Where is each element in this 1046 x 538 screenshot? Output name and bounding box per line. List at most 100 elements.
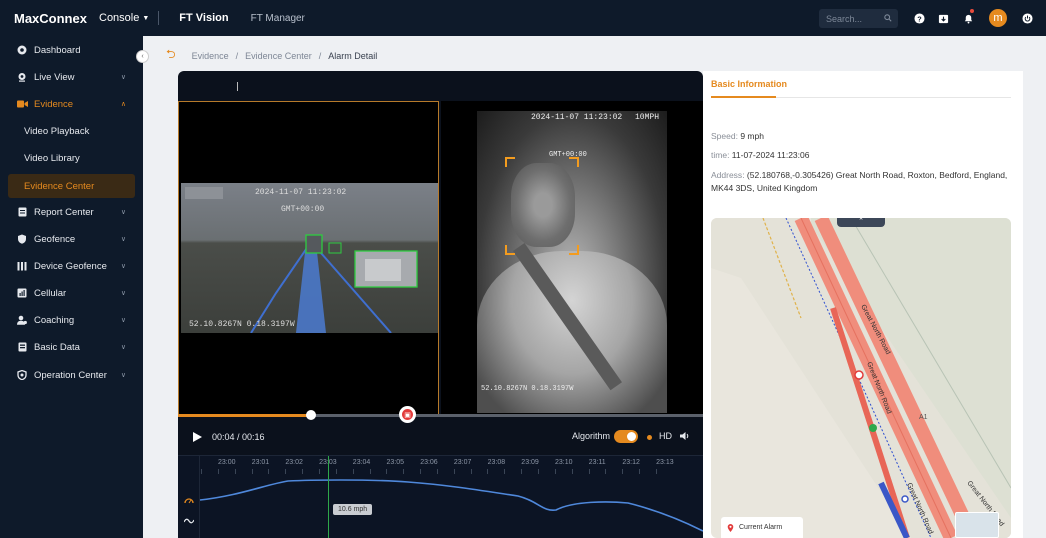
road-cam-timestamp: 2024-11-07 11:23:02 (255, 188, 347, 197)
alarm-icon: ▣ (402, 409, 413, 420)
sidebar-item-dashboard[interactable]: Dashboard (0, 38, 143, 62)
sidebar-item-label: Geofence (34, 233, 76, 245)
algorithm-toggle[interactable] (614, 430, 638, 443)
time-value: 11-07-2024 11:23:06 (731, 150, 810, 160)
sidebar-item-label: Live View (34, 71, 75, 83)
brand-logo[interactable]: MaxConnex (14, 11, 94, 26)
cabin-camera-frame: 2024-11-07 11:23:02 10MPH GMT+00:00 52.1… (477, 111, 667, 413)
tab-underline (711, 96, 776, 98)
chevron-left-icon: ‹ (141, 53, 144, 60)
back-arrow-icon[interactable]: ⮌ (166, 45, 176, 66)
sidebar-item-label: Basic Data (34, 341, 80, 353)
sidebar-item-label: Video Library (24, 152, 80, 164)
chevron-down-icon: ∨ (120, 209, 126, 216)
breadcrumb-separator: / (318, 50, 322, 61)
map-legend: Current Alarm (721, 517, 803, 538)
sidebar-item-coaching[interactable]: Coaching ∨ (0, 308, 143, 332)
console-label: Console (99, 12, 140, 24)
svg-text:?: ? (917, 14, 922, 23)
breadcrumb-evidence[interactable]: Evidence (192, 51, 229, 61)
search-placeholder: Search... (826, 13, 863, 24)
sidebar-item-video-library[interactable]: Video Library (0, 146, 143, 170)
shield-icon (16, 233, 28, 245)
time-key: time (711, 150, 728, 160)
sidebar-item-evidence-center[interactable]: Evidence Center (8, 174, 135, 198)
sidebar-item-operation-center[interactable]: Operation Center ∨ (0, 363, 143, 387)
sidebar-item-video-playback[interactable]: Video Playback (0, 119, 143, 143)
chevron-down-icon: ∨ (120, 263, 126, 270)
sidebar-item-label: Operation Center (34, 369, 107, 381)
progress-handle[interactable] (306, 410, 317, 420)
speed-value: 9 mph (740, 131, 764, 141)
sidebar-item-report-center[interactable]: Report Center ∨ (0, 200, 143, 224)
time-field: time: 11-07-2024 11:23:06 (711, 150, 810, 160)
cabin-camera-pane[interactable]: 2024-11-07 11:23:02 10MPH GMT+00:00 52.1… (441, 101, 703, 415)
video-player[interactable]: 2024-11-07 11:23:02 GMT+00:00 52.10.8267… (178, 71, 703, 538)
road-camera-pane[interactable]: 2024-11-07 11:23:02 GMT+00:00 52.10.8267… (178, 101, 439, 415)
face-detection-box (505, 157, 579, 255)
coaching-icon (16, 314, 28, 326)
sidebar-collapse-button[interactable]: ‹ (136, 50, 149, 63)
volume-icon[interactable] (680, 431, 690, 441)
notification-dot (970, 9, 974, 13)
cabin-cam-coord: 52.10.8267N 0.18.3197W (481, 385, 574, 393)
cabin-cam-gmt: GMT+00:00 (549, 151, 587, 159)
avatar[interactable]: m (989, 9, 1007, 27)
tab-basic-information[interactable]: Basic Information (711, 79, 787, 89)
report-icon (16, 206, 28, 218)
cellular-icon (16, 287, 28, 299)
power-icon[interactable] (1020, 11, 1034, 25)
basic-info-panel: Basic Information Speed: 9 mph time: 11-… (703, 71, 1023, 538)
cabin-cam-speed: 10MPH (634, 113, 659, 122)
location-pin-icon (727, 523, 734, 532)
map-a1-label: A1 (919, 414, 928, 421)
bell-icon[interactable] (961, 11, 975, 25)
download-icon[interactable] (936, 11, 950, 25)
legend-label: Current Alarm (739, 524, 783, 531)
sidebar-item-label: Video Playback (24, 125, 90, 137)
sidebar-item-evidence[interactable]: Evidence ∧ (0, 92, 143, 116)
speed-curve (199, 479, 703, 532)
hd-button[interactable]: HD (659, 431, 672, 441)
chevron-up-icon: ∧ (120, 101, 126, 108)
address-line-1: (52.180768,-0.305426) Great North Road, … (746, 170, 1008, 180)
speed-timeline[interactable]: 23:0023:0123:0223:0323:0423:0523:0623:07… (178, 455, 703, 538)
help-icon[interactable]: ? (912, 11, 926, 25)
algorithm-label: Algorithm (572, 431, 611, 441)
nav-ft-vision[interactable]: FT Vision (179, 12, 228, 24)
map-layer-thumbnail[interactable] (955, 512, 999, 538)
chevron-down-icon: ∨ (120, 372, 126, 379)
search-input[interactable]: Search... (819, 9, 898, 28)
breadcrumb-alarm-detail: Alarm Detail (328, 50, 378, 61)
timeline-cursor[interactable] (328, 456, 329, 538)
road-cam-gmt: GMT+00:00 (281, 205, 325, 214)
nav-ft-manager[interactable]: FT Manager (251, 13, 305, 24)
sidebar-item-geofence[interactable]: Geofence ∨ (0, 227, 143, 251)
map-collapse-handle[interactable]: ⌃ (837, 218, 885, 227)
sidebar-item-label: Evidence Center (24, 180, 95, 192)
address-key: Address (711, 170, 743, 180)
sidebar-item-cellular[interactable]: Cellular ∨ (0, 281, 143, 305)
location-map[interactable]: Great North Road Great North Road Great … (711, 218, 1011, 538)
vehicle-location-pin[interactable] (901, 495, 909, 503)
progress-fill (178, 414, 312, 417)
breadcrumb-separator: / (235, 50, 239, 61)
address-field: Address: (52.180768,-0.305426) Great Nor… (711, 170, 1008, 193)
play-icon[interactable] (192, 432, 202, 442)
speed-key: Speed (711, 131, 736, 141)
alarm-location-pin[interactable] (854, 370, 864, 380)
sidebar: Dashboard Live View ∨ Evidence ∧ Video P… (0, 36, 143, 538)
road-cam-label-box (185, 187, 223, 199)
sidebar-item-live-view[interactable]: Live View ∨ (0, 65, 143, 89)
console-dropdown[interactable]: Console ▼ (99, 12, 149, 24)
chevron-down-icon: ∨ (120, 236, 126, 243)
chevron-down-icon: ∨ (120, 344, 126, 351)
sidebar-item-basic-data[interactable]: Basic Data ∨ (0, 335, 143, 359)
road-camera-frame: 2024-11-07 11:23:02 GMT+00:00 52.10.8267… (181, 183, 438, 333)
video-progress-bar[interactable] (178, 410, 703, 420)
breadcrumb-evidence-center[interactable]: Evidence Center (245, 51, 312, 61)
sidebar-item-device-geofence[interactable]: Device Geofence ∨ (0, 254, 143, 278)
caret-down-icon: ▼ (142, 14, 150, 22)
map-poi-icon[interactable] (869, 424, 877, 432)
address-line-2: MK44 3DS, United Kingdom (711, 183, 818, 193)
